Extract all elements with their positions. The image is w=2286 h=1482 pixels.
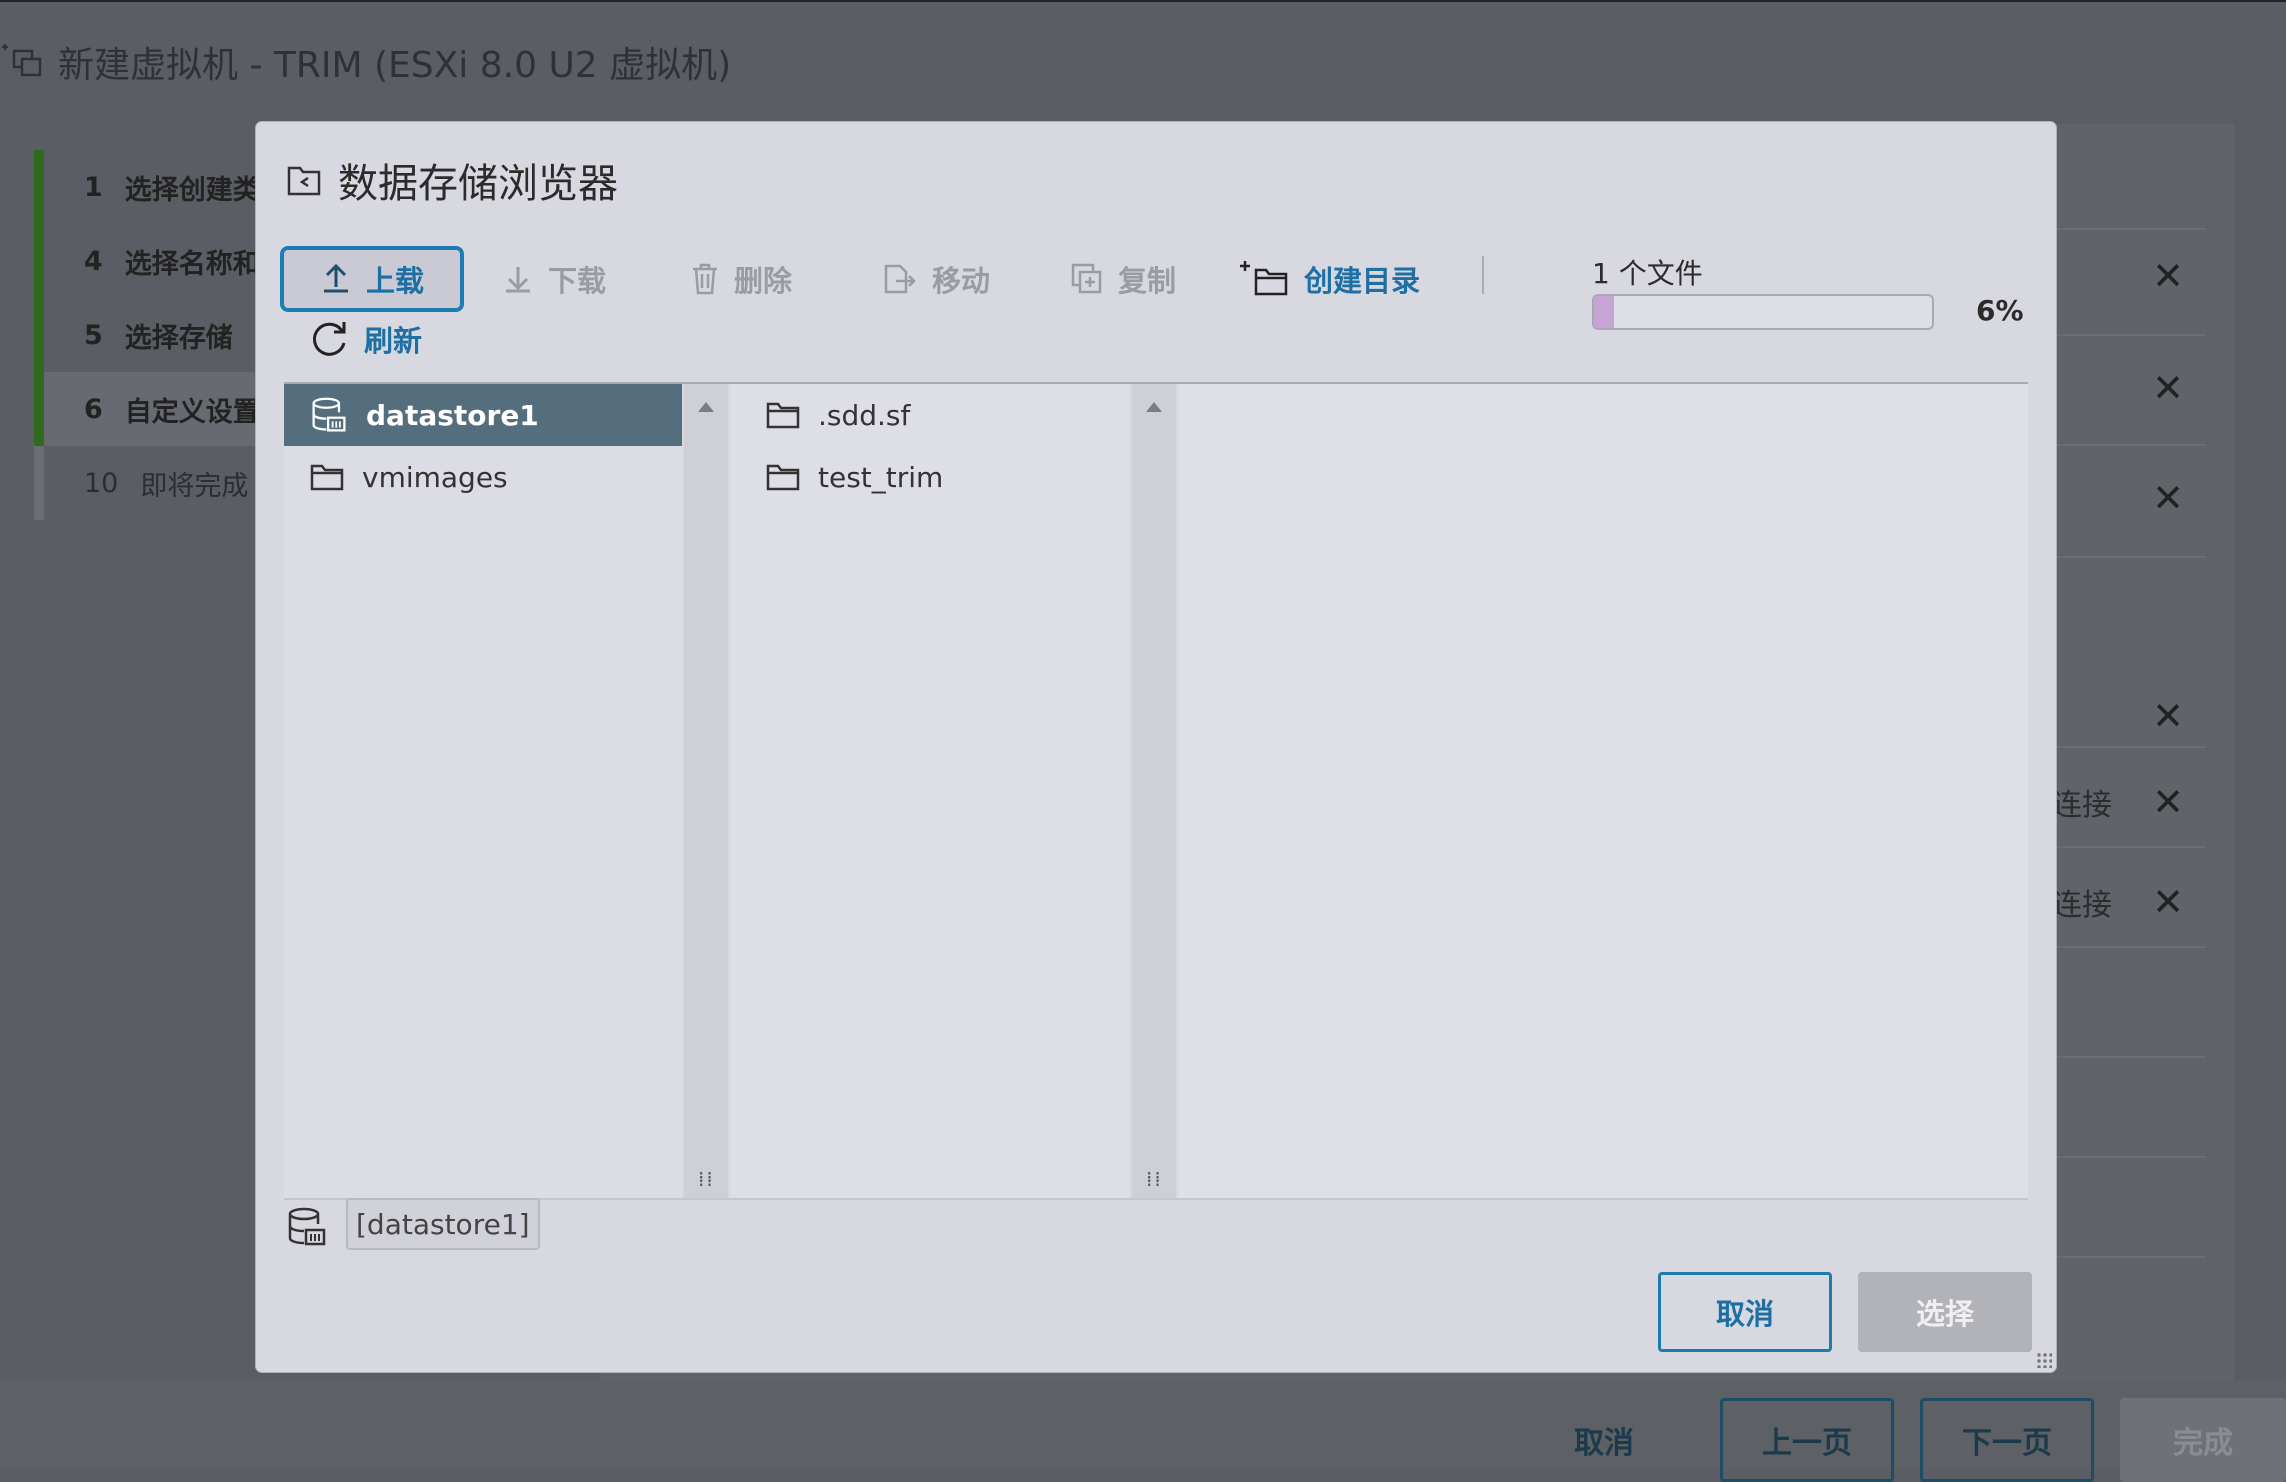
column-resize-grip-icon[interactable]: ⁞⁞ bbox=[698, 1169, 715, 1189]
step-label: 即将完成 bbox=[140, 470, 249, 502]
select-button[interactable]: 选择 bbox=[1858, 1272, 2032, 1352]
wizard-step-4[interactable]: 4 选择名称和 bbox=[34, 224, 274, 298]
copy-label: 复制 bbox=[1118, 264, 1177, 298]
folder-item-row[interactable]: test_trim bbox=[730, 446, 1130, 508]
trash-icon bbox=[693, 263, 717, 295]
dialog-title: 数据存储浏览器 bbox=[338, 161, 618, 207]
folder-column: .sdd.sf test_trim bbox=[730, 384, 1130, 1198]
connect-label[interactable]: 连接 bbox=[2052, 880, 2112, 924]
wizard-cancel-button[interactable]: 取消 bbox=[1534, 1398, 1674, 1482]
scrollbar[interactable]: ⁞⁞ bbox=[1132, 384, 1176, 1198]
wizard-step-10[interactable]: 10 即将完成 bbox=[34, 446, 274, 520]
datastore-icon bbox=[310, 396, 366, 434]
remove-device-icon[interactable]: ✕ bbox=[2148, 478, 2188, 518]
create-directory-label: 创建目录 bbox=[1304, 264, 1421, 298]
create-directory-button[interactable]: 创建目录 bbox=[1238, 250, 1420, 308]
upload-progress-bar bbox=[1592, 294, 1934, 330]
step-label: 自定义设置 bbox=[124, 396, 260, 428]
step-number: 4 bbox=[84, 245, 103, 277]
folder-icon bbox=[310, 463, 362, 491]
upload-label: 上载 bbox=[365, 264, 424, 298]
toolbar-separator bbox=[1482, 256, 1484, 294]
move-button[interactable]: 移动 bbox=[882, 250, 990, 308]
download-label: 下载 bbox=[548, 264, 607, 298]
datastore-icon bbox=[288, 1207, 326, 1246]
datastore-item-row[interactable]: datastore1 bbox=[284, 384, 682, 446]
contents-column bbox=[1178, 384, 2028, 1198]
move-icon bbox=[884, 264, 916, 294]
copy-button[interactable]: 复制 bbox=[1070, 250, 1176, 308]
wizard-finish-button[interactable]: 完成 bbox=[2120, 1398, 2286, 1482]
refresh-icon bbox=[312, 322, 346, 356]
refresh-button[interactable]: 刷新 bbox=[310, 310, 422, 368]
upload-file-count: 1 个文件 bbox=[1592, 257, 1703, 290]
datastore-item-name: vmimages bbox=[362, 460, 508, 494]
datastore-item-row[interactable]: vmimages bbox=[284, 446, 682, 508]
upload-icon bbox=[323, 263, 348, 293]
datastore-browser-icon bbox=[287, 166, 321, 196]
step-label: 选择名称和 bbox=[124, 248, 260, 280]
top-border bbox=[0, 0, 2286, 2]
folder-item-row[interactable]: .sdd.sf bbox=[730, 384, 1130, 446]
wizard-step-5[interactable]: 5 选择存储 bbox=[34, 298, 274, 372]
vm-icon bbox=[2, 44, 42, 77]
remove-device-icon[interactable]: ✕ bbox=[2148, 882, 2188, 922]
dialog-title-bar: 数据存储浏览器 bbox=[286, 150, 618, 210]
upload-button[interactable]: 上载 bbox=[280, 246, 464, 312]
delete-button[interactable]: 删除 bbox=[690, 250, 792, 308]
remove-device-icon[interactable]: ✕ bbox=[2148, 782, 2188, 822]
dialog-resize-handle-icon[interactable] bbox=[2036, 1352, 2052, 1368]
wizard-steps: 1 选择创建类 4 选择名称和 5 选择存储 6 自定义设置 10 即将完成 bbox=[34, 150, 274, 520]
new-folder-icon bbox=[1240, 261, 1288, 296]
connect-label[interactable]: 连接 bbox=[2052, 780, 2112, 824]
datastore-column: datastore1 vmimages bbox=[284, 384, 682, 1198]
upload-progress-fill bbox=[1594, 296, 1615, 328]
datastore-item-name: datastore1 bbox=[366, 398, 539, 432]
move-label: 移动 bbox=[932, 264, 991, 298]
folder-item-name: .sdd.sf bbox=[818, 398, 911, 432]
copy-icon bbox=[1071, 263, 1102, 294]
download-icon bbox=[506, 267, 530, 293]
current-path: [datastore1] bbox=[346, 1198, 540, 1250]
wizard-title: 新建虚拟机 - TRIM (ESXi 8.0 U2 虚拟机) bbox=[58, 45, 732, 86]
wizard-title-bar: 新建虚拟机 - TRIM (ESXi 8.0 U2 虚拟机) bbox=[0, 36, 731, 88]
refresh-label: 刷新 bbox=[364, 324, 423, 358]
upload-progress-percent: 6% bbox=[1976, 294, 2024, 327]
folder-item-name: test_trim bbox=[818, 460, 944, 494]
folder-icon bbox=[766, 463, 818, 491]
scroll-up-arrow-icon[interactable] bbox=[698, 402, 714, 412]
datastore-browser-dialog: 数据存储浏览器 上载 下载 删除 移动 复制 创建目录 刷新 1 个文件 6% … bbox=[256, 122, 2056, 1372]
scrollbar[interactable]: ⁞⁞ bbox=[684, 384, 728, 1198]
step-label: 选择存储 bbox=[124, 322, 233, 354]
step-label: 选择创建类 bbox=[124, 174, 260, 206]
step-number: 6 bbox=[84, 393, 103, 425]
cancel-button[interactable]: 取消 bbox=[1658, 1272, 1832, 1352]
wizard-next-button[interactable]: 下一页 bbox=[1920, 1398, 2094, 1482]
download-button[interactable]: 下载 bbox=[502, 250, 606, 308]
remove-device-icon[interactable]: ✕ bbox=[2148, 368, 2188, 408]
file-browser: datastore1 vmimages ⁞⁞ .sdd.sf test_trim ⁞… bbox=[284, 382, 2028, 1200]
wizard-prev-button[interactable]: 上一页 bbox=[1720, 1398, 1894, 1482]
remove-device-icon[interactable]: ✕ bbox=[2148, 696, 2188, 736]
column-resize-grip-icon[interactable]: ⁞⁞ bbox=[1146, 1169, 1163, 1189]
remove-device-icon[interactable]: ✕ bbox=[2148, 256, 2188, 296]
step-number: 1 bbox=[84, 171, 103, 203]
step-number: 10 bbox=[84, 467, 119, 499]
step-number: 5 bbox=[84, 319, 103, 351]
wizard-step-1[interactable]: 1 选择创建类 bbox=[34, 150, 274, 224]
folder-icon bbox=[766, 401, 818, 429]
wizard-step-6[interactable]: 6 自定义设置 bbox=[34, 372, 274, 446]
delete-label: 删除 bbox=[734, 264, 793, 298]
scroll-up-arrow-icon[interactable] bbox=[1146, 402, 1162, 412]
